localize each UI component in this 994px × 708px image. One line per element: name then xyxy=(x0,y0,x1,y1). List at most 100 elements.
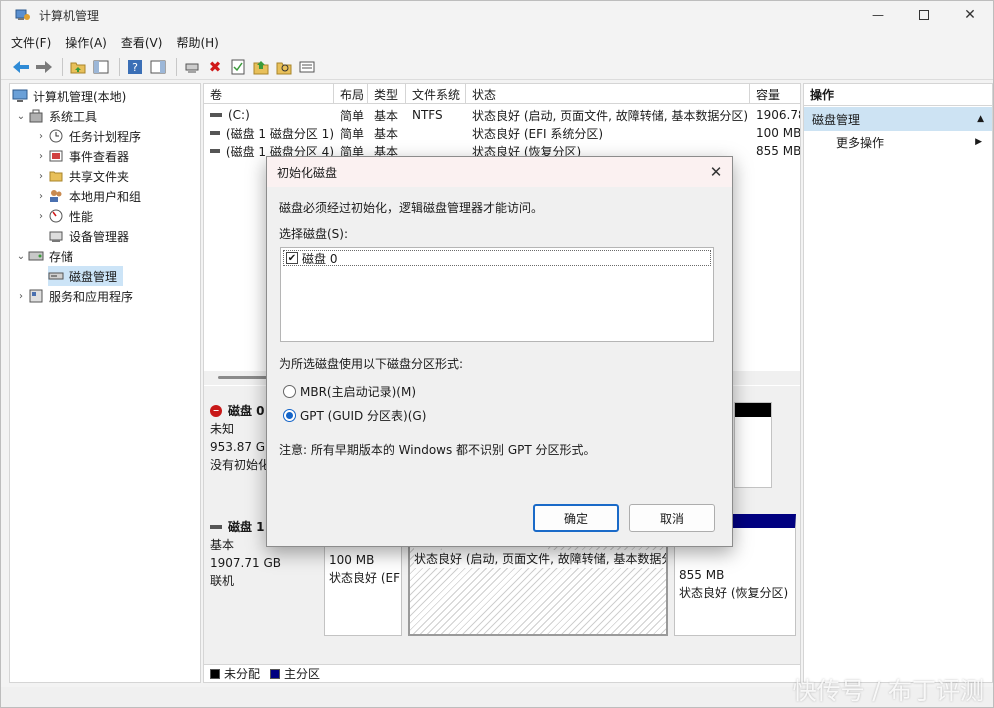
disk-checkbox[interactable]: ✔ xyxy=(286,252,298,264)
volume-icon xyxy=(210,113,222,117)
legend: 未分配 主分区 xyxy=(204,664,800,682)
ok-button[interactable]: 确定 xyxy=(533,504,619,532)
rescan-button[interactable] xyxy=(297,57,317,77)
delete-button[interactable]: ✖ xyxy=(205,57,225,77)
forward-button[interactable] xyxy=(34,57,54,77)
dialog-title-bar[interactable]: 初始化磁盘 xyxy=(267,157,732,187)
column-header-filesystem[interactable]: 文件系统 xyxy=(406,84,466,104)
tree-item-local-users[interactable]: › 本地用户和组 xyxy=(34,186,141,206)
actions-header: 操作 xyxy=(804,84,992,106)
menu-view[interactable]: 查看(V) xyxy=(121,34,163,51)
disk-item-label: 磁盘 0 xyxy=(302,251,338,266)
table-row[interactable]: (磁盘 1 磁盘分区 1) 简单 基本 状态良好 (EFI 系统分区) 100 … xyxy=(204,124,800,142)
search-button[interactable] xyxy=(274,57,294,77)
tree-item-disk-management[interactable]: 磁盘管理 xyxy=(48,266,124,286)
actions-section-disk-management[interactable]: 磁盘管理 ▲ xyxy=(804,107,992,131)
column-header-capacity[interactable]: 容量 xyxy=(750,84,800,104)
disk-status: 联机 xyxy=(210,574,235,588)
action-pane-button[interactable] xyxy=(148,57,168,77)
mbr-radio-option[interactable]: MBR(主启动记录)(M) xyxy=(283,383,416,400)
column-header-layout[interactable]: 布局 xyxy=(334,84,368,104)
gpt-radio-option[interactable]: GPT (GUID 分区表)(G) xyxy=(283,407,426,424)
tree-item-system-tools[interactable]: ⌄ 系统工具 xyxy=(14,106,97,126)
dialog-close-button[interactable]: ✕ xyxy=(700,157,732,187)
chevron-right-icon[interactable]: › xyxy=(34,151,48,162)
more-actions-item[interactable]: 更多操作 ▶ xyxy=(804,131,992,153)
storage-icon xyxy=(28,248,44,264)
folder-arrow-icon xyxy=(253,60,269,74)
connect-button[interactable] xyxy=(182,57,202,77)
partition-status: 状态良好 (恢复分区) xyxy=(679,586,789,600)
properties-button[interactable] xyxy=(228,57,248,77)
partition-efi[interactable]: 100 MB 状态良好 (EF xyxy=(324,546,402,636)
toolbox-icon xyxy=(28,108,44,124)
volume-filesystem xyxy=(406,124,466,142)
folder-search-icon xyxy=(276,62,292,74)
disk-listbox[interactable]: ✔ 磁盘 0 xyxy=(280,247,714,342)
volume-status: 状态良好 (EFI 系统分区) xyxy=(472,126,604,141)
tree-item-event-viewer[interactable]: › 事件查看器 xyxy=(34,146,129,166)
cancel-button[interactable]: 取消 xyxy=(629,504,715,532)
toolbar-separator xyxy=(176,57,177,76)
chevron-right-icon[interactable]: › xyxy=(14,291,28,302)
legend-primary-swatch xyxy=(270,668,281,679)
collapse-up-icon[interactable]: ▲ xyxy=(977,114,984,124)
mbr-radio[interactable] xyxy=(283,385,296,398)
tree-item-label: 本地用户和组 xyxy=(69,189,142,204)
chevron-right-icon[interactable]: › xyxy=(34,171,48,182)
check-document-icon xyxy=(231,59,245,74)
list-item[interactable]: ✔ 磁盘 0 xyxy=(283,250,711,266)
tree-item-label: 设备管理器 xyxy=(69,229,130,244)
show-hide-tree-button[interactable] xyxy=(91,57,111,77)
back-button[interactable] xyxy=(11,57,31,77)
tree-root-label: 计算机管理(本地) xyxy=(33,89,127,104)
table-row[interactable]: (C:) 简单 基本 NTFS 状态良好 (启动, 页面文件, 故障转储, 基本… xyxy=(204,106,800,124)
tree-item-storage[interactable]: ⌄ 存储 xyxy=(14,246,73,266)
close-icon: ✕ xyxy=(709,163,723,181)
column-header-type[interactable]: 类型 xyxy=(368,84,406,104)
close-button[interactable]: ✕ xyxy=(947,1,993,29)
tree-item-device-manager[interactable]: 设备管理器 xyxy=(48,226,129,246)
chevron-down-icon[interactable]: ⌄ xyxy=(14,251,28,262)
tree-item-label: 系统工具 xyxy=(49,109,98,124)
users-icon xyxy=(48,188,64,204)
menu-help[interactable]: 帮助(H) xyxy=(176,34,218,51)
tree-item-shared-folders[interactable]: › 共享文件夹 xyxy=(34,166,129,186)
services-icon xyxy=(28,288,44,304)
help-button[interactable]: ? xyxy=(125,57,145,77)
toolbar-separator xyxy=(62,57,63,76)
chevron-right-icon[interactable]: › xyxy=(34,191,48,202)
minimize-button[interactable]: — xyxy=(855,1,901,29)
column-header-volume[interactable]: 卷 xyxy=(204,84,334,104)
unallocated-partition[interactable] xyxy=(734,402,772,488)
event-viewer-icon xyxy=(48,148,64,164)
chevron-down-icon[interactable]: ⌄ xyxy=(14,111,28,122)
menu-action[interactable]: 操作(A) xyxy=(65,34,107,51)
chevron-right-icon[interactable]: › xyxy=(34,211,48,222)
disk-name: 磁盘 0 xyxy=(228,404,265,418)
toolbar-separator xyxy=(119,57,120,76)
chevron-right-icon[interactable]: › xyxy=(34,131,48,142)
tree-root[interactable]: 计算机管理(本地) xyxy=(12,86,126,106)
column-header-status[interactable]: 状态 xyxy=(466,84,750,104)
maximize-button[interactable] xyxy=(901,1,947,29)
menu-file[interactable]: 文件(F) xyxy=(11,34,51,51)
import-button[interactable] xyxy=(251,57,271,77)
up-folder-button[interactable] xyxy=(68,57,88,77)
tree-item-label: 存储 xyxy=(49,249,74,264)
watermark: 快传号 / 布丁评测 xyxy=(792,677,984,705)
title-bar[interactable]: 计算机管理 — ✕ xyxy=(1,1,993,29)
clock-icon xyxy=(48,128,64,144)
more-actions-label: 更多操作 xyxy=(836,135,885,150)
computer-management-icon xyxy=(15,9,30,20)
gpt-radio[interactable] xyxy=(283,409,296,422)
tree-item-performance[interactable]: › 性能 xyxy=(34,206,93,226)
forward-arrow-icon xyxy=(36,60,52,73)
close-icon: ✕ xyxy=(964,7,976,23)
tree-item-services-apps[interactable]: › 服务和应用程序 xyxy=(14,286,133,306)
back-arrow-icon xyxy=(13,60,29,73)
console-tree-icon xyxy=(93,60,109,73)
tree-item-task-scheduler[interactable]: › 任务计划程序 xyxy=(34,126,141,146)
partition-size: 100 MB xyxy=(329,553,375,567)
toolbar: ? ✖ xyxy=(1,54,993,80)
